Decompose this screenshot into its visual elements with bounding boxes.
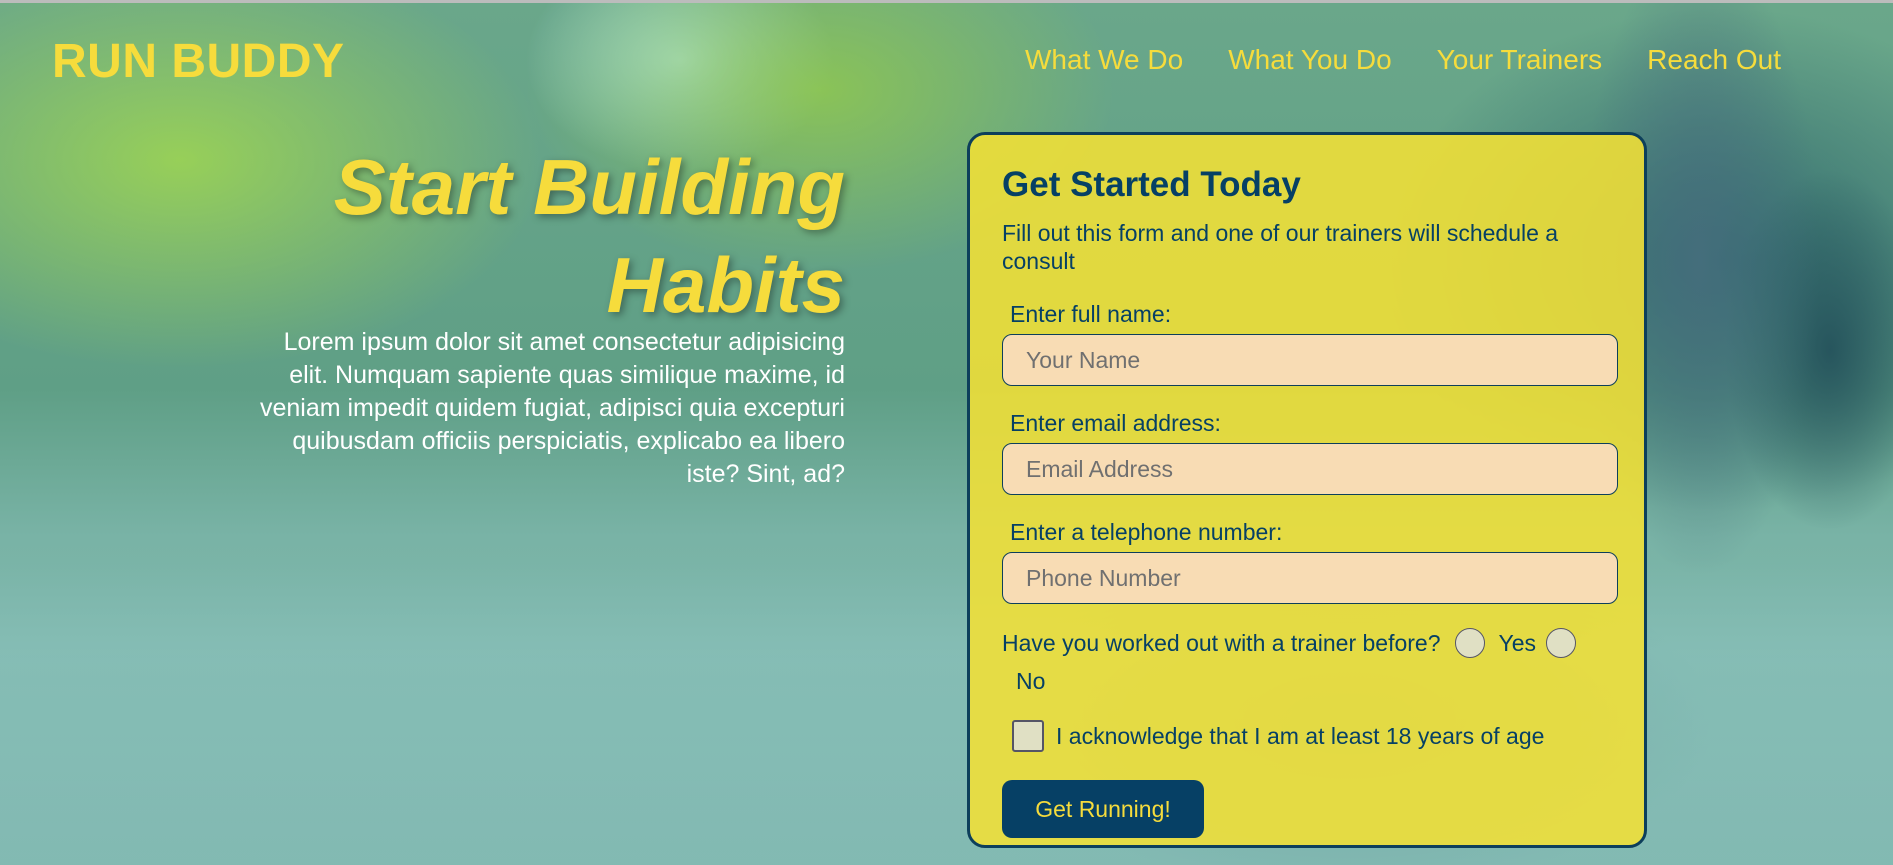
main-nav: What We Do What You Do Your Trainers Rea… [1025,44,1781,76]
phone-label: Enter a telephone number: [1010,519,1283,545]
age-checkbox-label: I acknowledge that I am at least 18 year… [1056,722,1545,749]
form-subtitle: Fill out this form and one of our traine… [1002,220,1559,274]
signup-form: Get Started Today Fill out this form and… [967,132,1647,848]
nav-link-reach-out[interactable]: Reach Out [1647,44,1781,76]
nav-link-what-we-do[interactable]: What We Do [1025,44,1183,76]
name-label: Enter full name: [1010,301,1172,327]
nav-link-your-trainers[interactable]: Your Trainers [1437,44,1603,76]
radio-no[interactable] [1546,627,1577,658]
email-label: Enter email address: [1010,410,1221,436]
hero-description: Lorem ipsum dolor sit amet consectetur a… [259,328,845,488]
email-input[interactable] [1002,443,1618,495]
nav-link-what-you-do[interactable]: What You Do [1228,44,1391,76]
hero-title: Start Building Habits [333,143,845,329]
radio-yes-label: Yes [1498,630,1537,656]
age-checkbox[interactable] [1012,720,1044,752]
name-input[interactable] [1002,334,1618,386]
get-running-button[interactable]: Get Running! [1002,780,1204,838]
radio-yes[interactable] [1454,627,1485,658]
site-logo[interactable]: RUN BUDDY [52,34,345,89]
radio-no-label: No [1016,668,1046,694]
age-acknowledgement-row: I acknowledge that I am at least 18 year… [1012,720,1612,752]
top-border [0,0,1893,3]
form-title: Get Started Today [1002,165,1301,204]
phone-input[interactable] [1002,552,1618,604]
trainer-question-group: Have you worked out with a trainer befor… [1002,624,1612,700]
trainer-question-label: Have you worked out with a trainer befor… [1002,630,1441,656]
